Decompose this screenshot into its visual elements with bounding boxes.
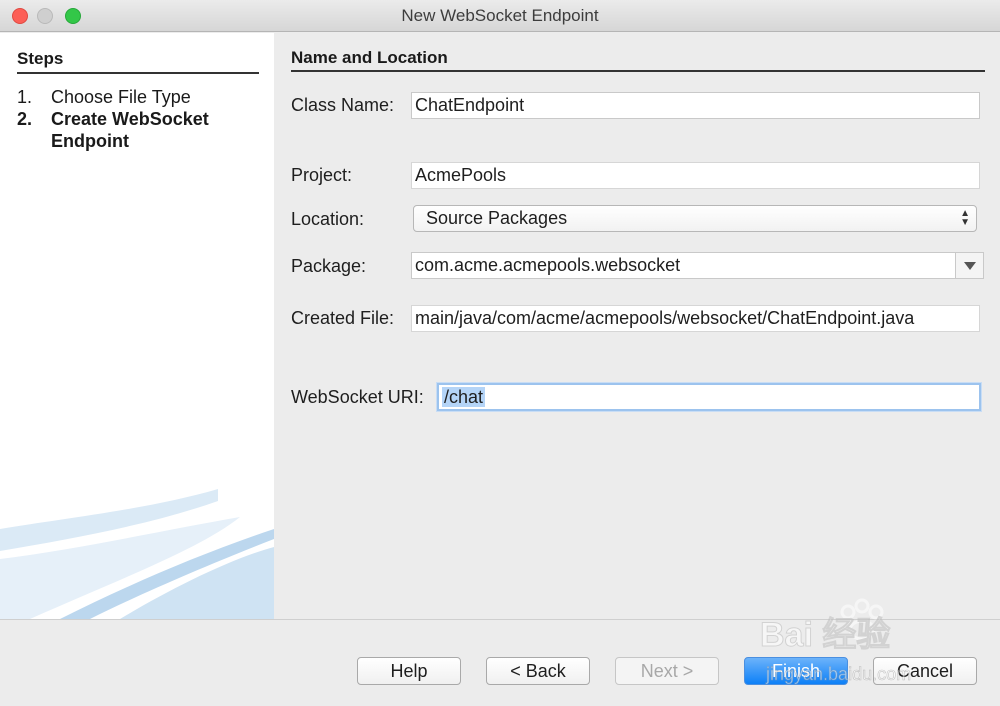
cancel-button[interactable]: Cancel — [873, 657, 977, 685]
created-file-field: main/java/com/acme/acmepools/websocket/C… — [411, 305, 980, 332]
steps-panel: Steps 1. Choose File Type 2. Create WebSoc… — [0, 33, 274, 619]
step-number: 1. — [17, 87, 33, 107]
websocket-uri-input[interactable]: /chat — [437, 383, 981, 411]
finish-button[interactable]: Finish — [744, 657, 848, 685]
step-number: 2. — [17, 109, 33, 129]
step-create-websocket-endpoint: 2. Create WebSocket Endpoint — [17, 108, 251, 152]
footer-divider — [0, 619, 1000, 620]
websocket-uri-label: WebSocket URI: — [291, 387, 424, 407]
decorative-swoosh-graphic — [0, 489, 274, 619]
title-bar: New WebSocket Endpoint — [0, 0, 1000, 32]
package-label: Package: — [291, 256, 367, 276]
class-name-input[interactable]: ChatEndpoint — [411, 92, 980, 119]
steps-heading: Steps — [17, 49, 259, 74]
chevron-down-icon — [963, 261, 976, 270]
step-label: Choose File Type — [51, 87, 191, 107]
websocket-uri-value: /chat — [442, 387, 486, 407]
location-select[interactable]: Source Packages ▲ ▼ — [413, 205, 977, 232]
help-button[interactable]: Help — [357, 657, 461, 685]
created-file-label: Created File: — [291, 308, 395, 328]
step-choose-file-type: 1. Choose File Type — [17, 86, 191, 108]
location-selected-value: Source Packages — [426, 208, 568, 228]
back-button[interactable]: < Back — [486, 657, 590, 685]
location-label: Location: — [291, 209, 365, 229]
step-label: Create WebSocket Endpoint — [51, 109, 209, 151]
up-down-arrows-icon: ▲ ▼ — [960, 208, 970, 228]
watermark-text: Bai 经验 — [760, 615, 890, 654]
package-value: com.acme.acmepools.websocket — [415, 255, 681, 275]
window-title: New WebSocket Endpoint — [401, 6, 599, 25]
project-field: AcmePools — [411, 162, 980, 189]
package-dropdown-button[interactable] — [955, 253, 983, 278]
class-name-label: Class Name: — [291, 95, 395, 115]
package-combobox[interactable]: com.acme.acmepools.websocket — [411, 252, 984, 279]
project-label: Project: — [291, 165, 353, 185]
next-button[interactable]: Next > — [615, 657, 719, 685]
section-title: Name and Location — [291, 48, 985, 72]
